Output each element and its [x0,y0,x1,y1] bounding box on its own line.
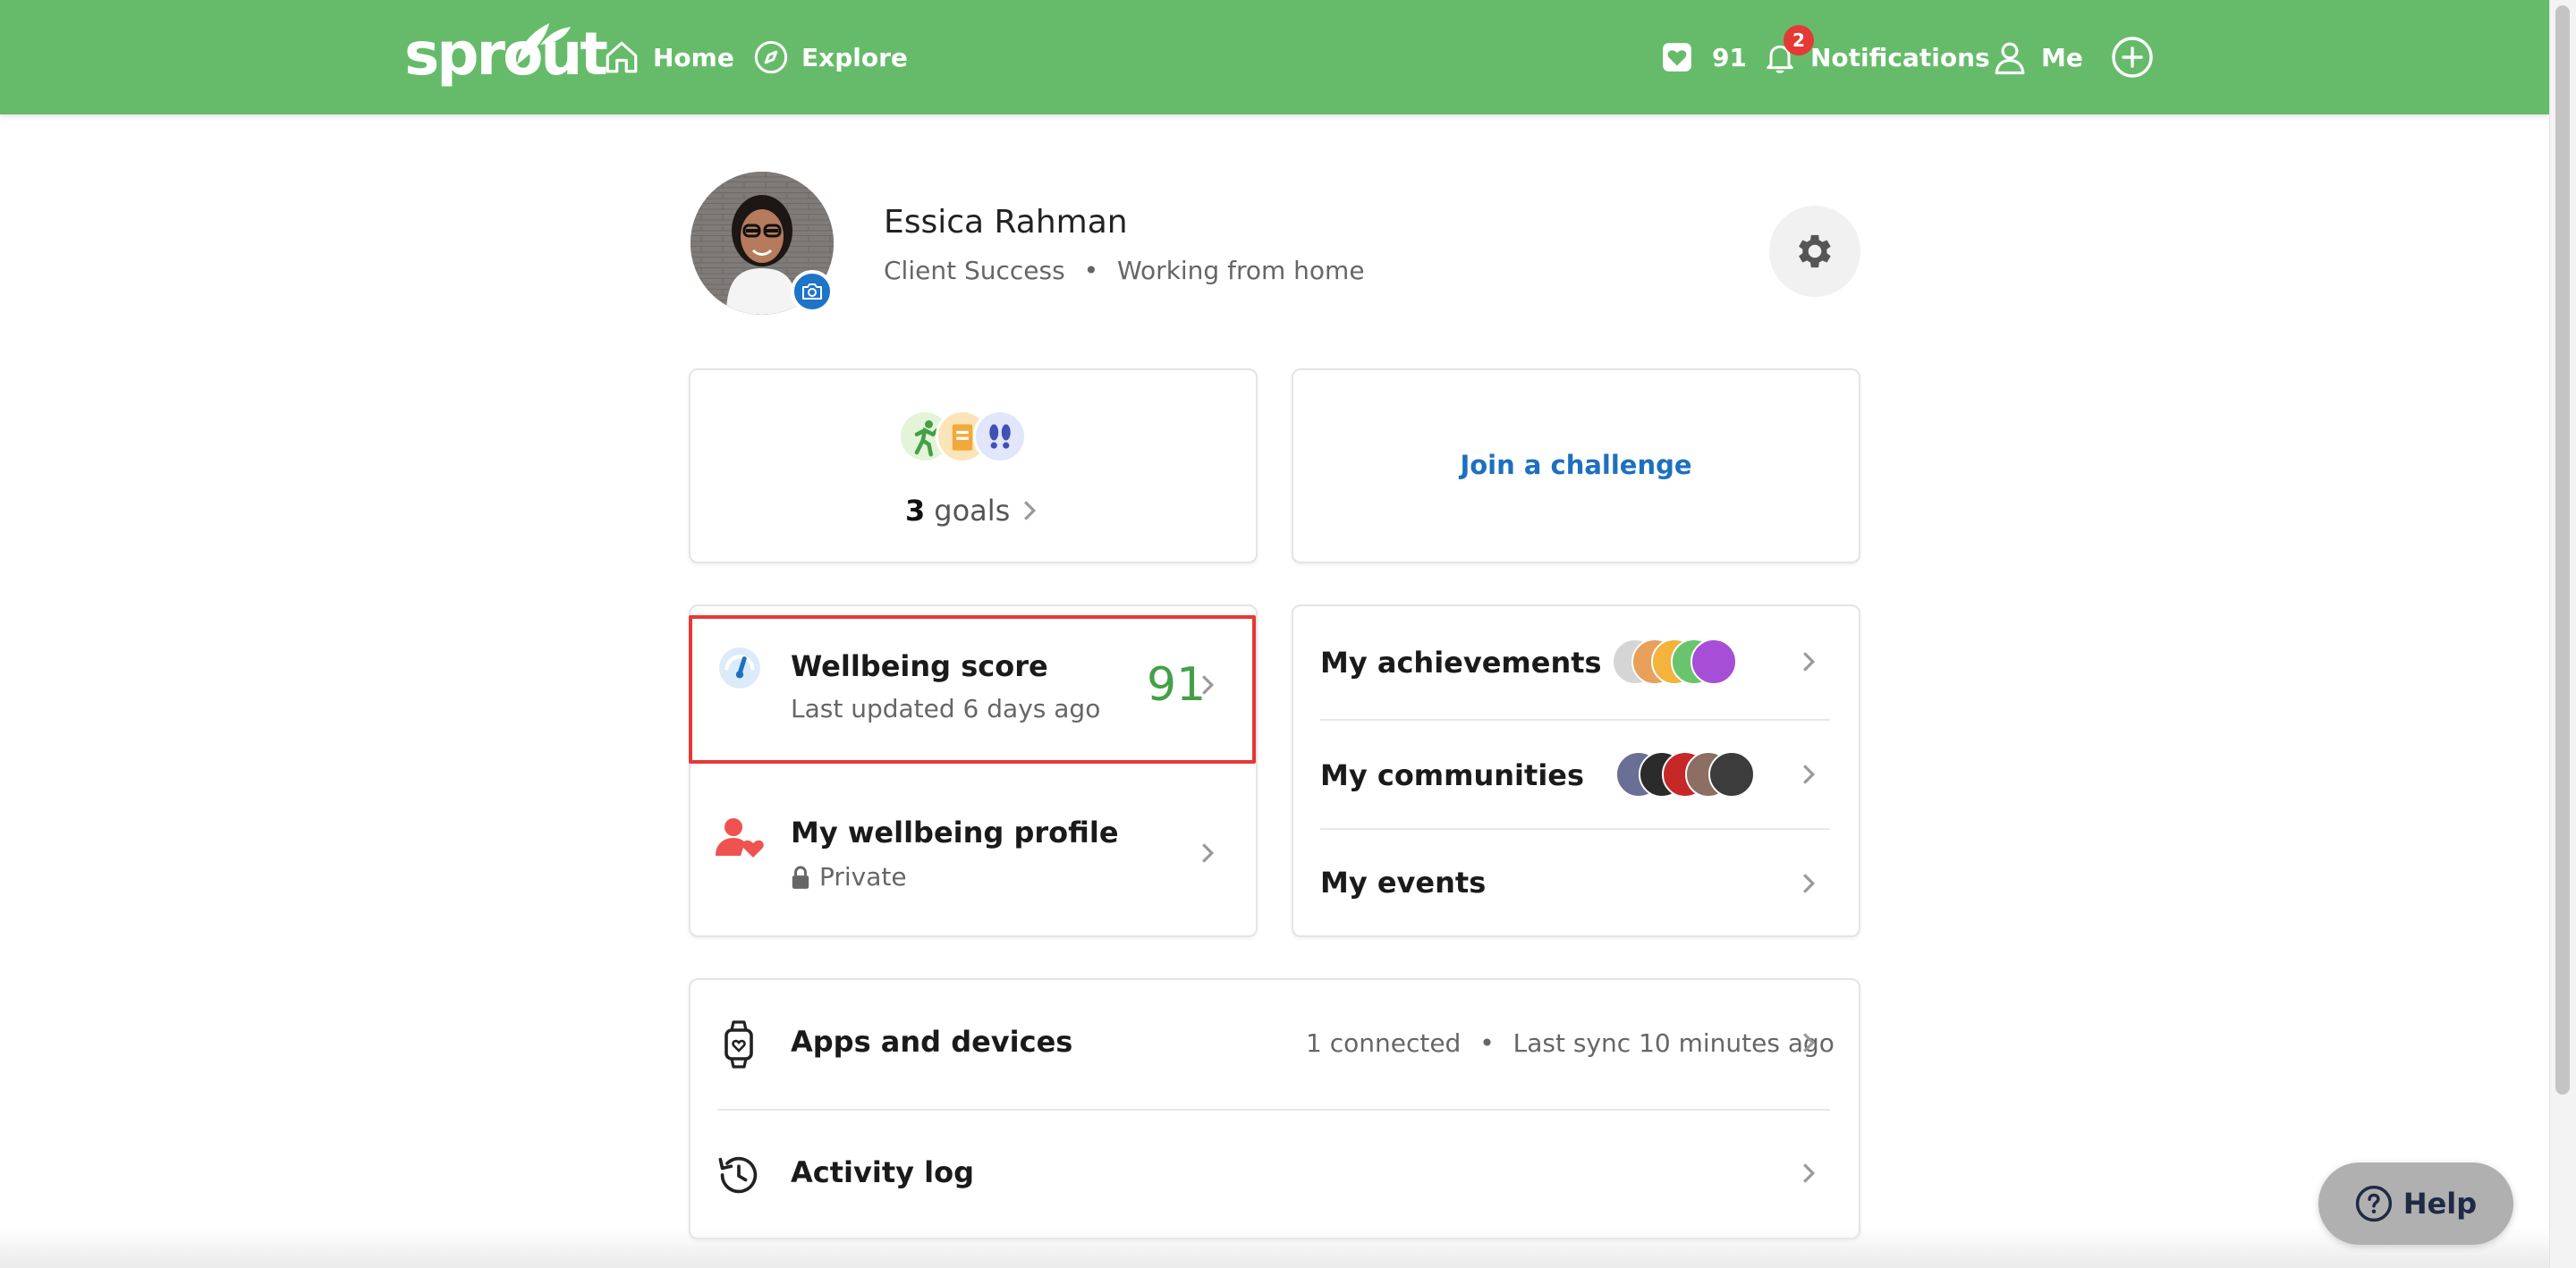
heart-badge-icon [1663,43,1691,72]
settings-button[interactable] [1769,206,1860,297]
nav-explore[interactable]: Explore [753,34,908,80]
user-icon [1995,42,2025,75]
help-label: Help [2402,1187,2478,1221]
my-communities-link[interactable]: My communities [1320,758,1584,792]
connected-count: 1 connected [1306,1028,1462,1058]
community-avatars [1615,751,1776,799]
wellbeing-score-value: 91 [1147,658,1207,712]
last-sync: Last sync 10 minutes ago [1513,1028,1835,1058]
nav-me-label: Me [2041,42,2083,72]
smartwatch-icon [724,1020,753,1069]
divider [717,1109,1830,1111]
goal-icons [898,410,1032,463]
help-button[interactable]: Help [2318,1162,2513,1245]
chevron-right-icon [1024,501,1037,520]
goals-summary[interactable]: 3 goals [905,494,1037,528]
add-circle-icon[interactable] [2111,36,2154,79]
gear-icon [1799,234,1831,268]
divider [1320,719,1830,721]
points-count: 91 [1712,42,1747,72]
chevron-right-icon[interactable] [1200,841,1215,866]
top-navigation-bar: sprout Home Explore 91 Notifications 2 M… [0,0,2549,114]
wellbeing-profile-privacy: Private [791,862,907,892]
join-challenge-link[interactable]: Join a challenge [1292,368,1860,562]
nav-explore-label: Explore [801,42,908,72]
privacy-label: Private [819,862,907,892]
wellbeing-score-title[interactable]: Wellbeing score [791,649,1048,683]
nav-me[interactable]: Me [1991,34,2083,80]
community-avatar-icon [1708,751,1755,798]
divider [1320,828,1830,830]
activity-log-title[interactable]: Activity log [791,1155,974,1189]
scrollbar-thumb[interactable] [2555,5,2570,1095]
nav-points[interactable]: 91 [1660,34,1747,80]
goals-count: 3 [905,494,926,528]
notification-count-badge: 2 [1784,25,1814,55]
profile-separator: • [1083,256,1099,285]
apps-devices-title[interactable]: Apps and devices [791,1025,1072,1059]
gauge-icon [719,647,760,689]
steps-goal-icon [973,410,1027,463]
rocket-achievement-icon [1690,638,1737,685]
wellbeing-score-updated: Last updated 6 days ago [791,694,1101,723]
profile-department: Client Success [884,256,1065,285]
nav-notifications-label: Notifications [1810,42,1990,72]
meta-separator: • [1479,1028,1495,1058]
change-photo-button[interactable] [791,270,834,313]
wellbeing-profile-title[interactable]: My wellbeing profile [791,816,1119,850]
user-heart-icon [716,818,764,858]
my-events-link[interactable]: My events [1320,866,1486,900]
chevron-right-icon[interactable] [1801,1030,1816,1055]
profile-name: Essica Rahman [884,204,1128,241]
nav-home[interactable]: Home [603,34,734,80]
chevron-right-icon[interactable] [1801,649,1816,674]
apps-devices-meta: 1 connected • Last sync 10 minutes ago [1306,1028,1835,1058]
question-circle-icon [2355,1185,2392,1222]
camera-icon [802,283,822,300]
profile-subtitle: Client Success • Working from home [884,256,1365,285]
chevron-right-icon[interactable] [1200,672,1215,697]
goals-label: goals [934,494,1011,528]
profile-status: Working from home [1117,256,1365,285]
goals-card[interactable] [689,368,1258,563]
compass-icon [754,40,788,74]
achievement-badges [1612,638,1769,687]
my-achievements-link[interactable]: My achievements [1320,646,1602,680]
lock-icon [792,866,809,889]
chevron-right-icon[interactable] [1801,762,1816,787]
bottom-fade [0,1227,2549,1268]
leaf-icon [517,23,571,64]
chevron-right-icon[interactable] [1801,871,1816,896]
home-icon [606,41,638,73]
history-icon [718,1156,758,1194]
chevron-right-icon[interactable] [1801,1161,1816,1186]
nav-home-label: Home [653,42,734,72]
